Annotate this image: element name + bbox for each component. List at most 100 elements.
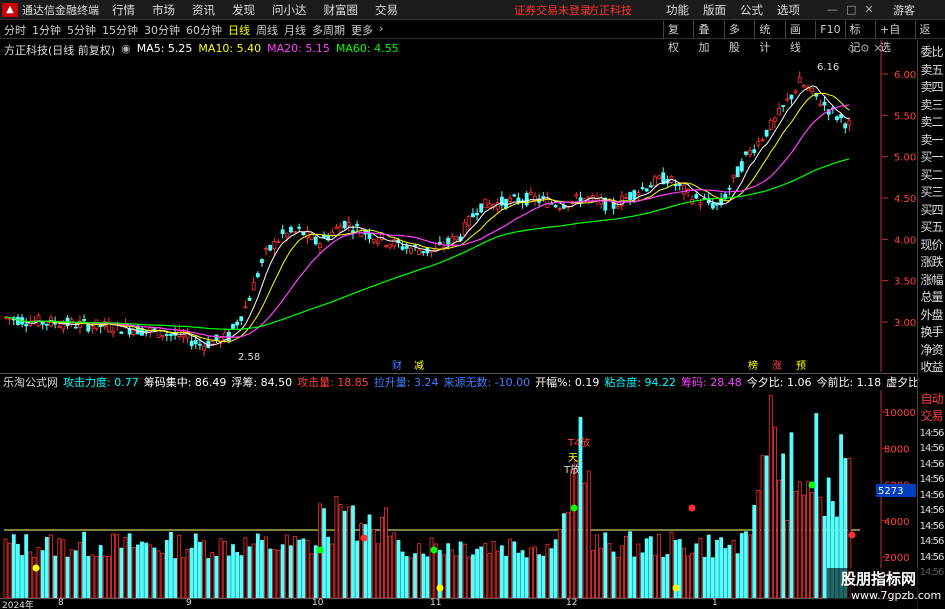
period-tab-4[interactable]: 30分钟 — [144, 22, 180, 38]
chart-tools: 复权叠加多股统计画线F10标记+自选返回 — [663, 20, 945, 54]
period-tab-6[interactable]: 日线 — [228, 22, 250, 38]
period-tab-3[interactable]: 15分钟 — [102, 22, 138, 38]
side-panel-item-12[interactable]: 涨跌 — [918, 254, 945, 272]
candlestick-chart[interactable]: 6.00 5.50 5.00 4.50 4.00 3.50 3.00 6.16 2.58 财减 榜 涨… — [0, 40, 917, 372]
period-tab-9[interactable]: 多周期 — [312, 22, 345, 38]
volume-bar-up — [69, 549, 74, 598]
side-panel-item-13[interactable]: 涨幅 — [918, 272, 945, 290]
volume-bar-up — [773, 426, 777, 598]
candle-up — [636, 192, 641, 196]
candle-up — [483, 198, 488, 209]
price-axis-label: 4.00 — [894, 235, 916, 246]
volume-bar-up — [574, 459, 579, 598]
volume-bar-up — [384, 507, 388, 598]
volume-bar-down — [135, 544, 140, 598]
period-tab-10[interactable]: 更多 — [351, 22, 373, 38]
close-icon[interactable]: ✕ — [873, 42, 882, 55]
period-tab-8[interactable]: 月线 — [284, 22, 306, 38]
side-panel-item-7[interactable]: 买二 — [918, 167, 945, 185]
tool-button-4[interactable]: 画线 — [784, 20, 815, 54]
volume-bar-up — [570, 469, 575, 598]
indicator-value-10: 今夕比: 1.06 — [746, 375, 812, 389]
tool-button-6[interactable]: 标记 — [844, 20, 875, 54]
guest-label[interactable]: 游客 — [893, 2, 915, 18]
volume-bar-up — [334, 495, 339, 598]
candle-up — [777, 108, 781, 116]
menu-quotes[interactable]: 行情 — [112, 2, 135, 18]
menu-formula[interactable]: 公式 — [740, 2, 763, 18]
tool-button-2[interactable]: 多股 — [723, 20, 754, 54]
side-panel-item-2[interactable]: 卖四 — [918, 79, 945, 97]
menu-options[interactable]: 选项 — [777, 2, 800, 18]
lower-panel-item-0[interactable]: 自动 — [918, 391, 945, 409]
volume-bar-down — [471, 554, 475, 598]
volume-bar-down — [723, 548, 728, 598]
menu-function[interactable]: 功能 — [666, 2, 689, 18]
menu-discover[interactable]: 发现 — [232, 2, 255, 18]
period-tab-2[interactable]: 5分钟 — [67, 22, 96, 38]
tool-button-5[interactable]: F10 — [815, 20, 844, 39]
menu-trade[interactable]: 交易 — [375, 2, 398, 18]
indicator-value-2: 筹码集中: 86.49 — [143, 375, 227, 389]
tool-button-8[interactable]: 返回 — [914, 20, 945, 54]
side-panel-item-0[interactable]: 委比 — [918, 44, 945, 62]
diamond-icon[interactable]: ◇ — [848, 42, 856, 55]
volume-bar-up — [557, 528, 562, 598]
tool-button-1[interactable]: 叠加 — [693, 20, 723, 54]
period-tab-5[interactable]: 60分钟 — [186, 22, 222, 38]
period-tab-1[interactable]: 1分钟 — [32, 22, 61, 38]
candle-up — [264, 247, 269, 250]
tool-button-7[interactable]: +自选 — [875, 20, 914, 54]
side-panel-item-4[interactable]: 卖二 — [918, 114, 945, 132]
side-panel-item-17[interactable]: 净资 — [918, 342, 945, 360]
login-status[interactable]: 证券交易未登录 — [514, 2, 591, 18]
side-panel-item-6[interactable]: 买一 — [918, 149, 945, 167]
tool-button-0[interactable]: 复权 — [663, 20, 693, 54]
maximize-icon[interactable]: □ — [846, 3, 856, 16]
side-panel-item-3[interactable]: 卖三 — [918, 97, 945, 115]
volume-axis-label: 2000 — [884, 553, 909, 564]
indicator-volume-chart[interactable]: 1000080006000400020005273T4放天T放 — [0, 390, 917, 598]
menu-market[interactable]: 市场 — [152, 2, 175, 18]
volume-bar-down — [144, 542, 149, 598]
candle-down — [355, 223, 360, 226]
volume-bar-down — [342, 510, 347, 598]
side-panel-item-5[interactable]: 卖一 — [918, 132, 945, 150]
volume-axis-label: 10000 — [884, 408, 916, 419]
menu-news[interactable]: 资讯 — [192, 2, 215, 18]
period-tab-0[interactable]: 分时 — [4, 22, 26, 38]
minimize-icon[interactable]: — — [827, 3, 838, 16]
menu-wealth[interactable]: 财富圈 — [324, 2, 359, 18]
side-panel-item-18[interactable]: 收益 — [918, 359, 945, 377]
candle-down — [231, 323, 235, 329]
close-icon[interactable]: ✕ — [864, 3, 873, 16]
volume-bar-up — [375, 543, 380, 598]
chevron-right-icon[interactable]: › — [379, 22, 383, 38]
side-panel-item-16[interactable]: 换手 — [918, 324, 945, 342]
side-panel-item-9[interactable]: 买四 — [918, 202, 945, 220]
side-panel-item-10[interactable]: 买五 — [918, 219, 945, 237]
menu-layout[interactable]: 版面 — [703, 2, 726, 18]
volume-bar-down — [446, 543, 451, 598]
side-panel-item-8[interactable]: 买三 — [918, 184, 945, 202]
period-tab-7[interactable]: 周线 — [256, 22, 278, 38]
volume-bar-down — [189, 547, 194, 598]
menu-ask[interactable]: 问小达 — [272, 2, 307, 18]
side-panel-item-1[interactable]: 卖五 — [918, 62, 945, 80]
volume-bar-down — [404, 555, 409, 598]
tool-button-3[interactable]: 统计 — [754, 20, 784, 54]
candle-down — [119, 331, 124, 334]
side-panel-item-11[interactable]: 现价 — [918, 237, 945, 255]
lower-panel-item-1[interactable]: 交易 — [918, 408, 945, 426]
gear-icon[interactable]: ⚙ — [860, 42, 870, 55]
volume-bar-up — [533, 546, 537, 598]
side-panel-item-14[interactable]: 总量 — [918, 289, 945, 307]
settings-icon[interactable]: ◉ — [121, 42, 131, 58]
axis-month-10: 10 — [312, 598, 324, 608]
side-panel-item-15[interactable]: 外盘 — [918, 307, 945, 325]
candle-up — [653, 176, 657, 187]
candle-up — [272, 241, 277, 250]
candle-up — [388, 244, 393, 248]
candle-up — [615, 206, 620, 209]
volume-bar-up — [107, 555, 111, 598]
